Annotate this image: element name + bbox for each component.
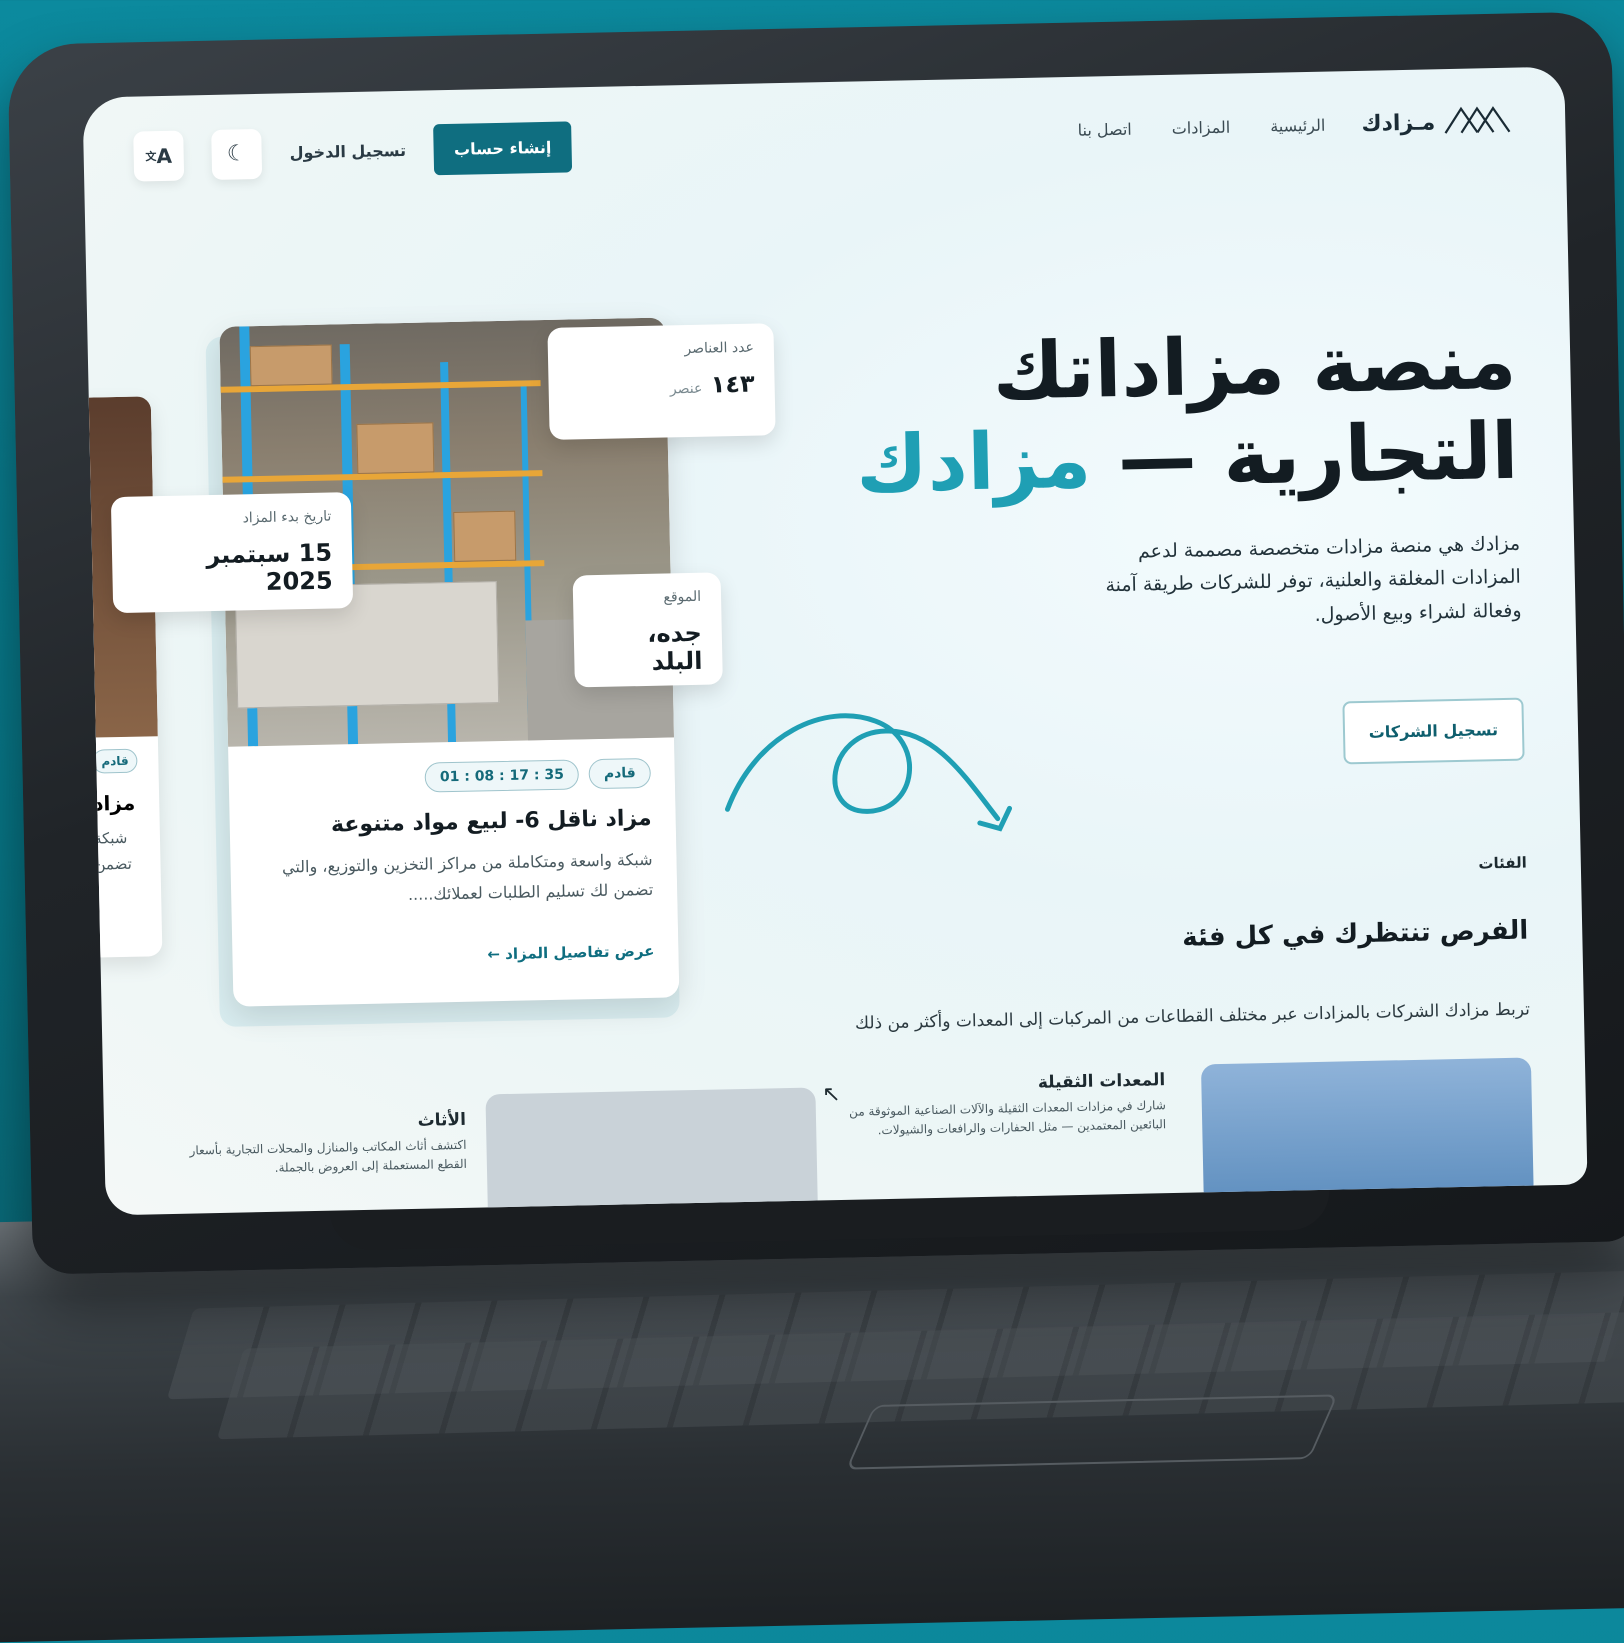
arrow-up-left-icon[interactable]: ↖ [822,1082,841,1107]
category-title: المعدات الثقيلة [1037,1070,1166,1093]
browser-screen: مـزادك الرئيسية المزادات اتصل بنا إنشاء … [82,66,1588,1216]
trackpad [845,1394,1339,1470]
auction-description: شبكة واسعة ومتكاملة من مراكز التخزين وال… [281,849,654,905]
view-auction-details-link[interactable]: عرض تفاصيل المزاد ← [256,942,654,968]
hero-title-line2: التجارية — مزادك [855,406,1520,511]
items-count-value: ١٤٣ عنصر [568,370,755,402]
countdown-timer: 01 : 08 : 17 : 35 [424,759,580,793]
location-label: الموقع [663,588,702,606]
nav-links: الرئيسية المزادات اتصل بنا [1077,116,1325,140]
register-companies-button[interactable]: تسجيل الشركات [1342,697,1525,765]
status-row: 01 : 08 : 17 : 35 قادم [252,757,652,796]
category-furniture[interactable]: الأثاث اكتشف أثاث المكاتب والمنازل والمح… [176,1110,467,1180]
category-heavy-equipment[interactable]: المعدات الثقيلة شارك في مزادات المعدات ا… [845,1070,1166,1141]
header-actions: إنشاء حساب تسجيل الدخول ☾ A文 [133,121,572,182]
brand-name: مـزادك [1361,109,1436,137]
hero-title-line2-dark: التجارية — [1117,406,1520,505]
start-date-label: تاريخ بدء المزاد [242,508,332,527]
categories-label: الفئات [1478,853,1527,873]
hero-title-line1: منصة مزاداتك [991,316,1518,418]
category-desc: شارك في مزادات المعدات الثقيلة والآلات ا… [848,1098,1167,1138]
auction-title: مزاد [92,790,136,816]
login-button[interactable]: تسجيل الدخول [289,141,406,162]
moon-icon[interactable]: ☾ [211,128,263,180]
auction-card-body: 01 : 08 : 17 : 35 قادم مزاد ناقل 6- لبيع… [228,737,679,988]
hero-title: منصة مزاداتك التجارية — مزادك [853,316,1520,511]
categories-title: الفرص تنتظرك في كل فئة [1181,915,1529,953]
items-count-unit: عنصر [669,380,703,398]
hero-title-accent: مزادك [855,415,1093,511]
status-badge: قادم [92,748,138,774]
category-image-heavy-equipment[interactable] [1200,1057,1534,1205]
status-badge: قادم [588,757,652,790]
nav-home[interactable]: الرئيسية [1270,116,1325,136]
category-desc: اكتشف أثاث المكاتب والمنازل والمحلات الت… [189,1137,468,1176]
auction-title: مزاد ناقل 6- لبيع مواد متنوعة [330,805,652,838]
start-date-box: تاريخ بدء المزاد 15 سبتمبر 2025 [110,492,354,614]
link-label: عرض تفاصيل المزاد [505,941,655,963]
category-title: الأثاث [417,1109,467,1131]
nav-auctions[interactable]: المزادات [1172,118,1231,138]
hero-description: مزادك هي منصة مزادات متخصصة مصممة لدعم ا… [1105,532,1522,626]
location-box: الموقع جده، البلد [572,572,723,688]
arrow-left-icon: ← [487,944,501,964]
start-date-value: 15 سبتمبر 2025 [205,538,333,596]
translate-icon[interactable]: A文 [133,130,185,182]
nav-contact[interactable]: اتصل بنا [1077,120,1132,140]
brand[interactable]: مـزادك [1361,102,1514,143]
signup-button[interactable]: إنشاء حساب [433,121,572,176]
items-count-box: عدد العناصر ١٤٣ عنصر [547,323,776,440]
items-count-label: عدد العناصر [684,339,755,358]
auction-desc-line: تضمن [94,854,132,874]
items-count-number: ١٤٣ [710,369,755,399]
category-image-furniture[interactable] [485,1087,819,1216]
categories-description: تربط مزادك الشركات بالمزادات عبر مختلف ا… [854,999,1531,1034]
auction-desc-line: شبكة [93,828,128,848]
top-nav: مـزادك الرئيسية المزادات اتصل بنا إنشاء … [83,101,1566,192]
mazadak-logo-icon [1443,102,1514,141]
location-value: جده، البلد [647,618,703,676]
decorative-arrow-icon [725,713,1013,832]
